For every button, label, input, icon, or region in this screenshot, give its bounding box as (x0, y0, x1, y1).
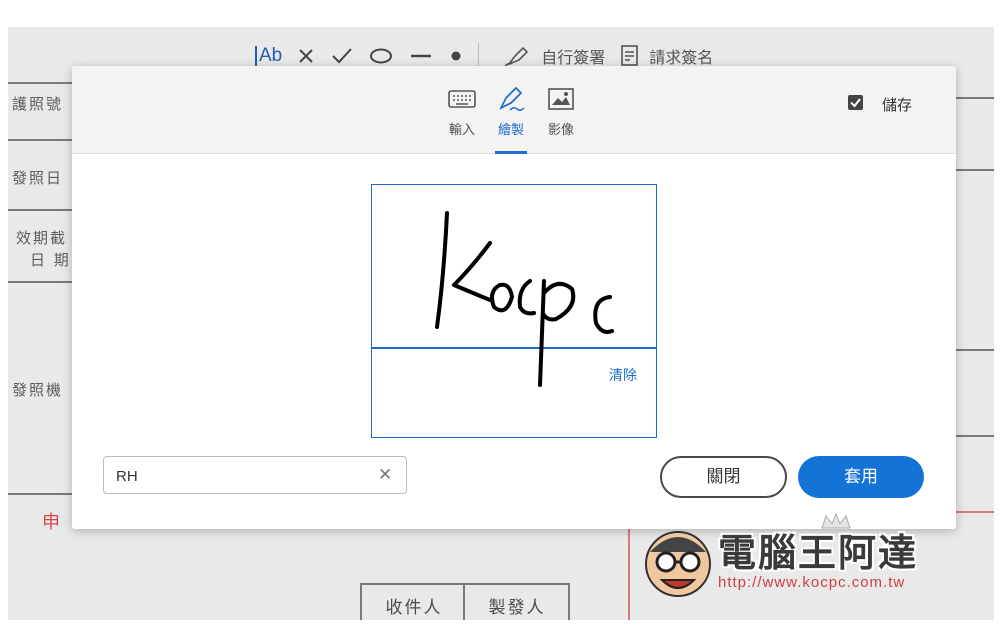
text-tool-button[interactable]: Ab (255, 45, 282, 67)
initials-input[interactable] (116, 465, 366, 487)
line-icon (411, 54, 432, 58)
dialog-header: 輸入 繪製 影像 儲存 (72, 66, 956, 154)
active-tab-indicator (495, 151, 527, 154)
self-sign-button[interactable]: 自行簽署 (503, 44, 605, 68)
close-button[interactable]: 關閉 (660, 456, 787, 498)
line-tool-button[interactable] (408, 46, 434, 66)
checkmark-icon (332, 48, 352, 64)
pen-draw-icon (499, 86, 525, 112)
save-checkbox[interactable] (848, 95, 863, 110)
tab-image[interactable]: 影像 (537, 84, 585, 138)
check-tool-button[interactable] (330, 46, 354, 66)
text-cursor-icon (255, 46, 257, 66)
doc-label-passport: 護照號 (12, 95, 64, 113)
save-label: 儲存 (882, 96, 913, 114)
circle-icon (370, 48, 393, 64)
fountain-pen-icon (504, 46, 529, 67)
image-icon (548, 88, 574, 110)
mascot-logo-icon (645, 531, 711, 597)
tab-draw-label: 繪製 (497, 123, 524, 138)
doc-label-expiry: 效期截 (16, 229, 68, 247)
doc-label-authority: 發照機 (12, 381, 64, 399)
circle-tool-button[interactable] (368, 46, 394, 66)
drawn-signature (435, 211, 614, 387)
tab-type[interactable]: 輸入 (438, 84, 486, 138)
dot-tool-button[interactable] (448, 46, 464, 66)
doc-cell-receiver: 收件人 (385, 598, 443, 618)
tab-draw[interactable]: 繪製 (487, 84, 535, 138)
keyboard-icon (448, 90, 476, 108)
cross-tool-button[interactable] (296, 46, 316, 66)
watermark-title: 電腦王阿達 (718, 531, 919, 575)
request-sign-button[interactable]: 請求簽名 (619, 44, 713, 68)
signature-dialog: 輸入 繪製 影像 儲存 清除 RH ✕ 關閉 套用 (72, 66, 956, 529)
self-sign-label: 自行簽署 (541, 48, 606, 67)
tab-type-label: 輸入 (448, 123, 475, 138)
doc-label-issue-date: 發照日 (12, 169, 64, 187)
doc-cell-issuer: 製發人 (488, 598, 546, 618)
clear-input-icon[interactable]: ✕ (378, 465, 392, 485)
dot-icon (451, 51, 461, 61)
doc-label-date: 日 期 (30, 251, 71, 269)
document-sign-icon (621, 45, 639, 66)
clear-signature-link[interactable]: 清除 (609, 365, 637, 385)
initials-field[interactable]: ✕ (103, 456, 407, 494)
signature-draw-canvas[interactable]: 清除 (371, 184, 657, 438)
request-sign-label: 請求簽名 (649, 48, 714, 67)
apply-button[interactable]: 套用 (798, 456, 924, 498)
doc-red-heading: 申 (42, 512, 64, 533)
text-tool-label: Ab (259, 45, 283, 66)
tab-image-label: 影像 (547, 123, 574, 138)
watermark-url: http://www.kocpc.com.tw (718, 574, 906, 591)
cross-icon (299, 49, 313, 63)
checkmark-icon (850, 98, 861, 108)
site-watermark: 電腦王阿達 http://www.kocpc.com.tw (640, 510, 960, 610)
